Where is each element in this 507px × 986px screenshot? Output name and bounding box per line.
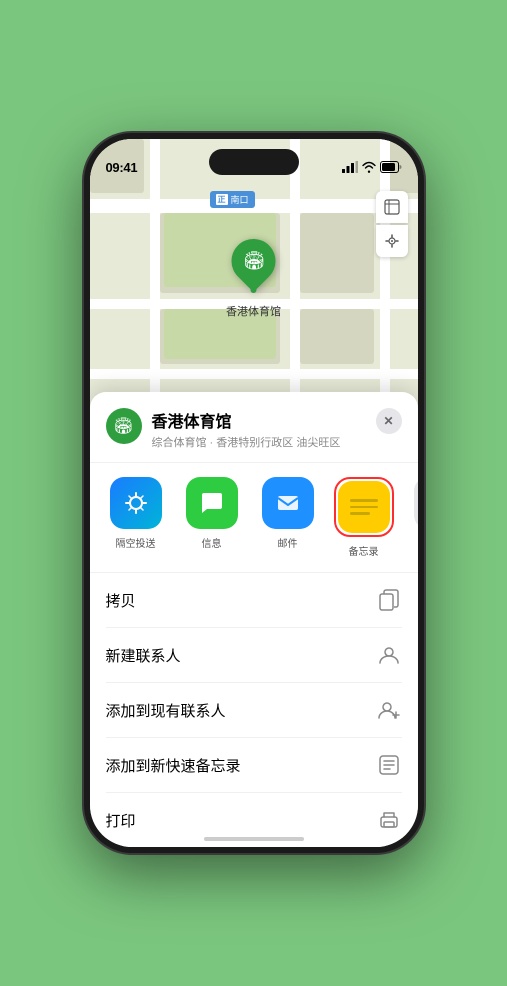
share-mail[interactable]: 邮件 bbox=[258, 477, 318, 558]
close-icon: ✕ bbox=[383, 414, 393, 428]
copy-label: 拷贝 bbox=[106, 590, 136, 611]
airdrop-label: 隔空投送 bbox=[116, 535, 156, 550]
venue-name: 香港体育馆 bbox=[152, 408, 376, 432]
notes-icon-bg bbox=[338, 481, 390, 533]
share-more[interactable]: 更多 bbox=[410, 477, 418, 558]
map-controls bbox=[376, 191, 408, 257]
location-venue-icon: 🏟 bbox=[106, 408, 142, 444]
location-info: 香港体育馆 综合体育馆 · 香港特别行政区 油尖旺区 bbox=[152, 408, 376, 450]
home-indicator bbox=[204, 837, 304, 841]
action-copy[interactable]: 拷贝 bbox=[106, 573, 402, 628]
messages-icon bbox=[198, 489, 226, 517]
location-button[interactable] bbox=[376, 225, 408, 257]
close-button[interactable]: ✕ bbox=[376, 408, 402, 434]
more-icon-bg bbox=[414, 477, 418, 529]
phone-frame: 09:41 bbox=[84, 133, 424, 853]
new-contact-label: 新建联系人 bbox=[106, 645, 181, 666]
notes-label: 备忘录 bbox=[349, 543, 379, 558]
map-type-button[interactable] bbox=[376, 191, 408, 223]
share-row: 隔空投送 信息 bbox=[90, 463, 418, 573]
share-airdrop[interactable]: 隔空投送 bbox=[106, 477, 166, 558]
mail-icon-bg bbox=[262, 477, 314, 529]
phone-screen: 09:41 bbox=[90, 139, 418, 847]
action-add-contact[interactable]: 添加到现有联系人 bbox=[106, 683, 402, 738]
share-messages[interactable]: 信息 bbox=[182, 477, 242, 558]
add-contact-label: 添加到现有联系人 bbox=[106, 700, 226, 721]
action-list: 拷贝 新建联系人 bbox=[90, 573, 418, 847]
action-new-contact[interactable]: 新建联系人 bbox=[106, 628, 402, 683]
messages-icon-bg bbox=[186, 477, 238, 529]
print-icon bbox=[376, 807, 402, 833]
map-entrance-label: 正 南口 bbox=[210, 191, 255, 208]
mail-label: 邮件 bbox=[278, 535, 298, 550]
quick-note-label: 添加到新快速备忘录 bbox=[106, 755, 241, 776]
quick-note-icon bbox=[376, 752, 402, 778]
status-time: 09:41 bbox=[106, 160, 138, 175]
signal-icon bbox=[342, 161, 358, 173]
new-contact-icon bbox=[376, 642, 402, 668]
location-header: 🏟 香港体育馆 综合体育馆 · 香港特别行政区 油尖旺区 ✕ bbox=[90, 408, 418, 463]
status-icons bbox=[342, 161, 402, 173]
mail-icon bbox=[274, 489, 302, 517]
dynamic-island bbox=[209, 149, 299, 175]
compass-icon bbox=[384, 233, 400, 249]
wifi-icon bbox=[362, 161, 376, 173]
action-quick-note[interactable]: 添加到新快速备忘录 bbox=[106, 738, 402, 793]
map-type-icon bbox=[384, 199, 400, 215]
add-contact-icon bbox=[376, 697, 402, 723]
battery-icon bbox=[380, 161, 402, 173]
messages-label: 信息 bbox=[202, 535, 222, 550]
pin-label: 香港体育馆 bbox=[226, 303, 281, 319]
venue-description: 综合体育馆 · 香港特别行政区 油尖旺区 bbox=[152, 434, 376, 450]
share-notes[interactable]: 备忘录 bbox=[334, 477, 394, 558]
location-pin: 🏟 香港体育馆 bbox=[226, 239, 281, 319]
copy-icon bbox=[376, 587, 402, 613]
print-label: 打印 bbox=[106, 810, 136, 831]
airdrop-icon-bg bbox=[110, 477, 162, 529]
airdrop-icon bbox=[122, 489, 150, 517]
bottom-sheet: 🏟 香港体育馆 综合体育馆 · 香港特别行政区 油尖旺区 ✕ bbox=[90, 392, 418, 847]
